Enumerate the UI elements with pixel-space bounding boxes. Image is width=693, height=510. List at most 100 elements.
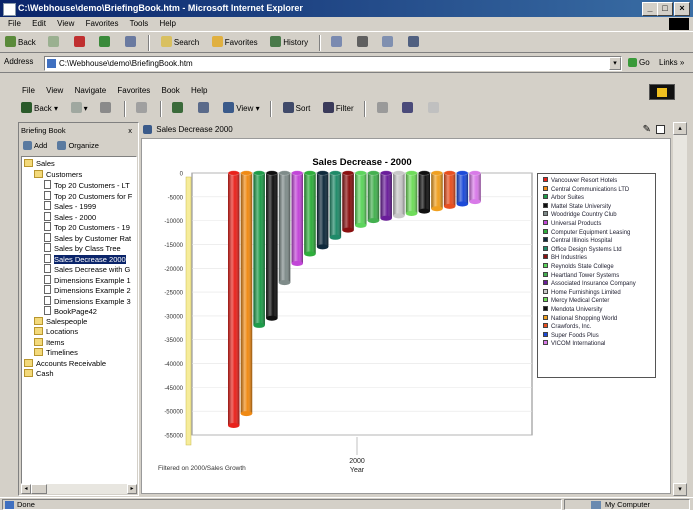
- legend-label: Universal Products: [551, 221, 602, 227]
- ie-refresh-button[interactable]: [96, 35, 115, 51]
- tree-item-top-20-customers-for-f[interactable]: Top 20 Customers for F: [44, 190, 132, 201]
- app-cut-button[interactable]: [97, 101, 116, 117]
- close-button[interactable]: ×: [674, 2, 690, 16]
- app-sort-button[interactable]: Sort: [280, 101, 314, 117]
- add-button[interactable]: Add: [23, 141, 47, 150]
- ie-stop-button[interactable]: [71, 35, 90, 51]
- organize-button[interactable]: Organize: [57, 141, 99, 150]
- tree-item-label: Sales Decrease with G: [54, 265, 131, 274]
- menu-edit[interactable]: Edit: [32, 19, 46, 28]
- tree-item-accounts-receivable[interactable]: Accounts Receivable: [24, 358, 106, 369]
- tree-item-sales-2000[interactable]: Sales - 2000: [44, 211, 96, 222]
- scroll-thumb[interactable]: [31, 484, 47, 494]
- bar-shading: [304, 173, 316, 254]
- print-preview-icon[interactable]: [656, 125, 665, 134]
- app-forward-button[interactable]: ▾: [68, 101, 91, 117]
- menu-help[interactable]: Help: [160, 19, 176, 28]
- maximize-button[interactable]: □: [657, 2, 673, 16]
- app-back-button[interactable]: Back ▾: [18, 101, 61, 117]
- links-button[interactable]: Links »: [659, 58, 684, 67]
- menu-view[interactable]: View: [57, 19, 74, 28]
- tree-item-sales-by-customer-rat[interactable]: Sales by Customer Rat: [44, 232, 131, 243]
- tree-item-sales-by-class-tree[interactable]: Sales by Class Tree: [44, 243, 121, 253]
- legend-entry: Associated Insurance Company: [543, 280, 636, 288]
- ie-favorites-button[interactable]: Favorites: [209, 35, 261, 51]
- menu-file[interactable]: File: [8, 19, 21, 28]
- bar-shading: [405, 173, 418, 214]
- panel-close-button[interactable]: x: [128, 125, 132, 136]
- app-filter-button[interactable]: Filter: [320, 101, 357, 117]
- app-highlight-button[interactable]: [374, 101, 393, 117]
- tree-horizontal-scrollbar[interactable]: ◂ ▸: [21, 484, 137, 494]
- document-icon: [44, 306, 51, 315]
- ie-back-button[interactable]: Back: [2, 35, 39, 51]
- app-menu-bar: File View Navigate Favorites Book Help: [0, 84, 693, 100]
- ie-mail-button[interactable]: [328, 35, 347, 51]
- pencil-icon[interactable]: ✎: [643, 124, 651, 136]
- bar-base: [367, 218, 380, 224]
- ie-edit-button[interactable]: [379, 35, 398, 51]
- address-input[interactable]: C:\Webhouse\demo\BriefingBook.htm: [44, 56, 622, 71]
- tree-item-top-20-customers-19[interactable]: Top 20 Customers - 19: [44, 222, 130, 232]
- paperclip-icon: [136, 102, 148, 113]
- tree-item-sales[interactable]: Sales: [24, 159, 55, 169]
- scroll-up-button[interactable]: ▴: [673, 122, 687, 135]
- app-attach-button[interactable]: [133, 101, 152, 117]
- bar-base: [355, 222, 367, 228]
- ie-history-button[interactable]: History: [267, 35, 311, 51]
- legend-entry: Computer Equipment Leasing: [543, 228, 630, 237]
- ie-print-button[interactable]: [354, 35, 373, 51]
- ie-forward-button[interactable]: [45, 35, 64, 51]
- history-icon: [270, 36, 282, 47]
- folder-icon: [34, 327, 43, 335]
- tree-item-sales-1999[interactable]: Sales - 1999: [44, 201, 96, 211]
- minimize-button[interactable]: _: [642, 2, 658, 16]
- tree-item-label: Top 20 Customers - 19: [54, 223, 130, 232]
- tree-item-salespeople[interactable]: Salespeople: [34, 316, 87, 327]
- bar-cap: [240, 170, 253, 176]
- app-note-button[interactable]: [425, 101, 444, 117]
- page-vertical-scrollbar[interactable]: ▴ ▾: [673, 122, 687, 496]
- scroll-left-button[interactable]: ◂: [21, 484, 31, 494]
- menu-favorites[interactable]: Favorites: [86, 19, 119, 28]
- tree-item-cash[interactable]: Cash: [24, 369, 54, 379]
- folder-icon: [24, 369, 33, 377]
- app-menu-file[interactable]: File: [22, 86, 35, 95]
- tree-item-items[interactable]: Items: [34, 337, 64, 348]
- forward-arrow-icon: [48, 36, 60, 47]
- app-menu-view[interactable]: View: [46, 86, 63, 95]
- legend-entry: Central Communications LTD: [543, 185, 629, 194]
- folder-icon: [24, 358, 33, 367]
- app-up-button[interactable]: [169, 101, 188, 117]
- tree-item-locations[interactable]: Locations: [34, 327, 78, 337]
- y-tick-label: -5000: [168, 195, 184, 201]
- app-menu-help[interactable]: Help: [191, 86, 207, 95]
- menu-tools[interactable]: Tools: [130, 19, 149, 28]
- app-grid-button[interactable]: [195, 101, 214, 117]
- tree-item-sales-decrease-2000[interactable]: Sales Decrease 2000: [44, 253, 126, 264]
- ie-discuss-button[interactable]: [405, 35, 424, 51]
- tree-item-dimensions-example-3[interactable]: Dimensions Example 3: [44, 295, 131, 306]
- ie-home-button[interactable]: [122, 35, 141, 51]
- app-menu-favorites[interactable]: Favorites: [117, 86, 150, 95]
- scroll-right-button[interactable]: ▸: [127, 484, 137, 494]
- legend-swatch: [543, 220, 548, 225]
- tree-item-bookpage42[interactable]: BookPage42: [44, 306, 97, 316]
- address-dropdown-button[interactable]: ▾: [609, 57, 621, 70]
- app-menu-book[interactable]: Book: [162, 86, 180, 95]
- app-view-button[interactable]: View ▾: [220, 101, 262, 117]
- tree-item-timelines[interactable]: Timelines: [34, 348, 78, 358]
- legend-entry: Woodridge Country Club: [543, 211, 617, 219]
- tree-item-dimensions-example-1[interactable]: Dimensions Example 1: [44, 274, 131, 285]
- tree-item-sales-decrease-with-g[interactable]: Sales Decrease with G: [44, 264, 130, 274]
- tree-item-customers[interactable]: Customers: [34, 169, 82, 180]
- document-icon: [44, 201, 51, 210]
- scroll-down-button[interactable]: ▾: [673, 483, 687, 496]
- filter-note: Filtered on 2000/Sales Growth: [158, 465, 246, 472]
- go-button[interactable]: Go: [628, 58, 650, 67]
- app-chart-button[interactable]: [399, 101, 418, 117]
- ie-search-button[interactable]: Search: [158, 35, 202, 51]
- app-menu-navigate[interactable]: Navigate: [75, 86, 107, 95]
- tree-item-top-20-customers-lt[interactable]: Top 20 Customers - LT: [44, 180, 130, 190]
- tree-item-dimensions-example-2[interactable]: Dimensions Example 2: [44, 285, 131, 295]
